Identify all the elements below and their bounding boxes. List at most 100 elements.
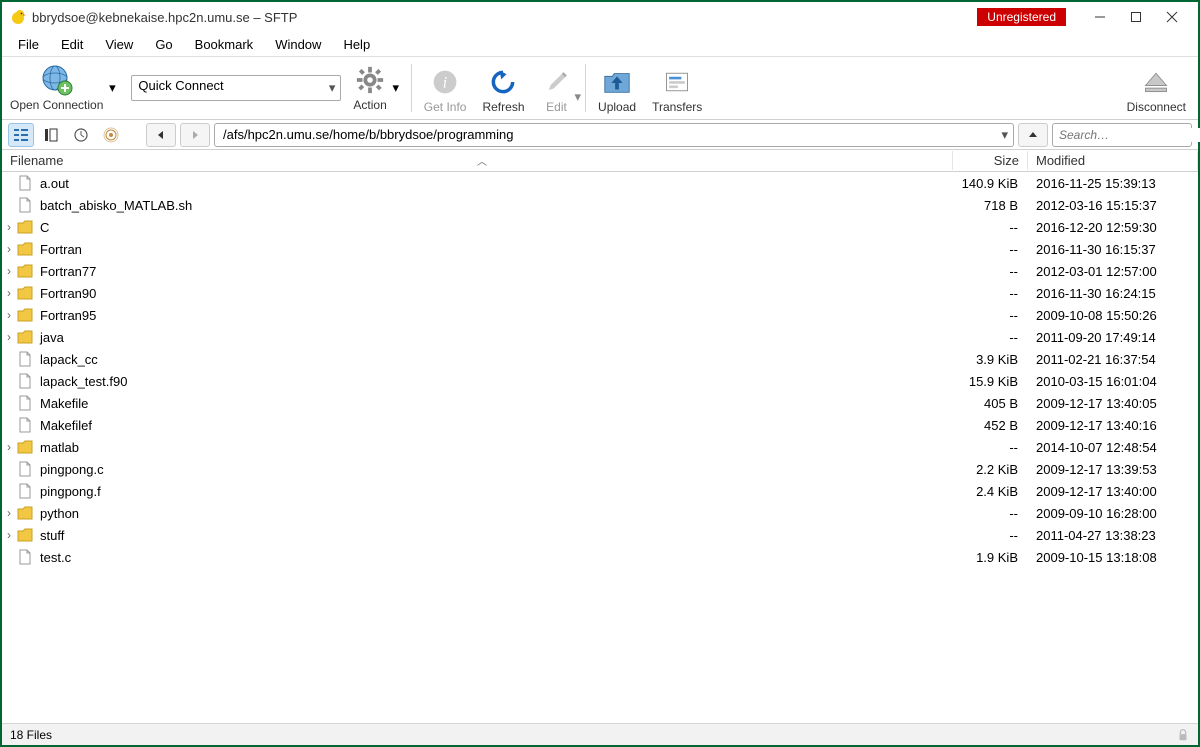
column-modified[interactable]: Modified [1028,151,1198,170]
minimize-button[interactable] [1082,4,1118,30]
file-modified: 2012-03-16 15:15:37 [1028,198,1198,213]
file-size: -- [953,528,1028,543]
info-icon: i [429,66,461,98]
edit-button[interactable]: Edit [533,58,581,118]
action-button[interactable]: Action ▾ [349,58,406,118]
view-outline-button[interactable] [8,123,34,147]
file-row[interactable]: batch_abisko_MATLAB.sh718 B2012-03-16 15… [2,194,1198,216]
separator [585,64,586,112]
menu-window[interactable]: Window [265,35,331,54]
close-button[interactable] [1154,4,1190,30]
file-modified: 2016-11-30 16:24:15 [1028,286,1198,301]
file-size: -- [953,286,1028,301]
file-row[interactable]: pingpong.c2.2 KiB2009-12-17 13:39:53 [2,458,1198,480]
bonjour-button[interactable] [98,123,124,147]
file-modified: 2009-10-08 15:50:26 [1028,308,1198,323]
file-name: Fortran [38,242,953,257]
file-icon [16,395,34,411]
file-name: python [38,506,953,521]
file-name: Makefilef [38,418,953,433]
expander-icon[interactable]: › [2,220,16,234]
nav-up-button[interactable] [1018,123,1048,147]
file-row[interactable]: ›matlab--2014-10-07 12:48:54 [2,436,1198,458]
expander-icon[interactable]: › [2,330,16,344]
nav-forward-button[interactable] [180,123,210,147]
chevron-down-icon: ▾ [105,80,119,96]
nav-back-button[interactable] [146,123,176,147]
file-row[interactable]: Makefile405 B2009-12-17 13:40:05 [2,392,1198,414]
transfers-icon [661,66,693,98]
file-row[interactable]: pingpong.f2.4 KiB2009-12-17 13:40:00 [2,480,1198,502]
disconnect-button[interactable]: Disconnect [1119,58,1194,118]
upload-icon [601,66,633,98]
column-size[interactable]: Size [953,151,1028,170]
file-name: Fortran90 [38,286,953,301]
menu-go[interactable]: Go [145,35,182,54]
menu-edit[interactable]: Edit [51,35,93,54]
expander-icon[interactable]: › [2,286,16,300]
file-row[interactable]: lapack_test.f9015.9 KiB2010-03-15 16:01:… [2,370,1198,392]
upload-button[interactable]: Upload [590,58,644,118]
file-row[interactable]: lapack_cc3.9 KiB2011-02-21 16:37:54 [2,348,1198,370]
expander-icon[interactable]: › [2,528,16,542]
menu-file[interactable]: File [8,35,49,54]
history-button[interactable] [68,123,94,147]
pencil-icon [541,66,573,98]
file-row[interactable]: test.c1.9 KiB2009-10-15 13:18:08 [2,546,1198,568]
search-box[interactable] [1052,123,1192,147]
path-input[interactable] [214,123,1014,147]
lock-icon [1176,728,1190,742]
folder-icon [16,263,34,279]
menu-view[interactable]: View [95,35,143,54]
file-modified: 2016-11-30 16:15:37 [1028,242,1198,257]
expander-icon[interactable]: › [2,264,16,278]
action-label: Action [353,98,386,112]
get-info-button[interactable]: i Get Info [416,58,475,118]
edit-label: Edit [546,100,567,114]
unregistered-badge: Unregistered [977,8,1066,26]
toolbar: Open Connection ▾ Quick Connect ▾ Action… [2,56,1198,120]
file-row[interactable]: ›Fortran--2016-11-30 16:15:37 [2,238,1198,260]
file-row[interactable]: a.out140.9 KiB2016-11-25 15:39:13 [2,172,1198,194]
file-size: 1.9 KiB [953,550,1028,565]
folder-icon [16,439,34,455]
file-modified: 2011-09-20 17:49:14 [1028,330,1198,345]
file-modified: 2010-03-15 16:01:04 [1028,374,1198,389]
expander-icon[interactable]: › [2,506,16,520]
file-row[interactable]: Makefilef452 B2009-12-17 13:40:16 [2,414,1198,436]
file-list[interactable]: a.out140.9 KiB2016-11-25 15:39:13batch_a… [2,172,1198,568]
menu-bookmark[interactable]: Bookmark [185,35,264,54]
maximize-button[interactable] [1118,4,1154,30]
folder-icon [16,527,34,543]
transfers-button[interactable]: Transfers [644,58,710,118]
file-row[interactable]: ›Fortran95--2009-10-08 15:50:26 [2,304,1198,326]
file-name: stuff [38,528,953,543]
expander-icon[interactable]: › [2,440,16,454]
file-row[interactable]: ›java--2011-09-20 17:49:14 [2,326,1198,348]
file-icon [16,461,34,477]
refresh-button[interactable]: Refresh [474,58,532,118]
file-size: 2.4 KiB [953,484,1028,499]
open-connection-button[interactable]: Open Connection ▾ [6,58,123,118]
expander-icon[interactable]: › [2,308,16,322]
menu-help[interactable]: Help [333,35,380,54]
expander-icon[interactable]: › [2,242,16,256]
quick-connect-label[interactable]: Quick Connect [131,75,341,101]
file-modified: 2011-02-21 16:37:54 [1028,352,1198,367]
svg-text:i: i [443,74,447,91]
file-row[interactable]: ›Fortran77--2012-03-01 12:57:00 [2,260,1198,282]
file-modified: 2009-09-10 16:28:00 [1028,506,1198,521]
file-size: -- [953,308,1028,323]
view-list-button[interactable] [38,123,64,147]
file-row[interactable]: ›C--2016-12-20 12:59:30 [2,216,1198,238]
file-size: -- [953,506,1028,521]
folder-icon [16,307,34,323]
file-row[interactable]: › python--2009-09-10 16:28:00 [2,502,1198,524]
file-row[interactable]: ›stuff--2011-04-27 13:38:23 [2,524,1198,546]
file-row[interactable]: › Fortran90--2016-11-30 16:24:15 [2,282,1198,304]
quick-connect-dropdown[interactable]: Quick Connect ▾ [131,75,341,101]
file-icon [16,417,34,433]
file-name: batch_abisko_MATLAB.sh [38,198,953,213]
separator [411,64,412,112]
search-input[interactable] [1059,128,1200,142]
